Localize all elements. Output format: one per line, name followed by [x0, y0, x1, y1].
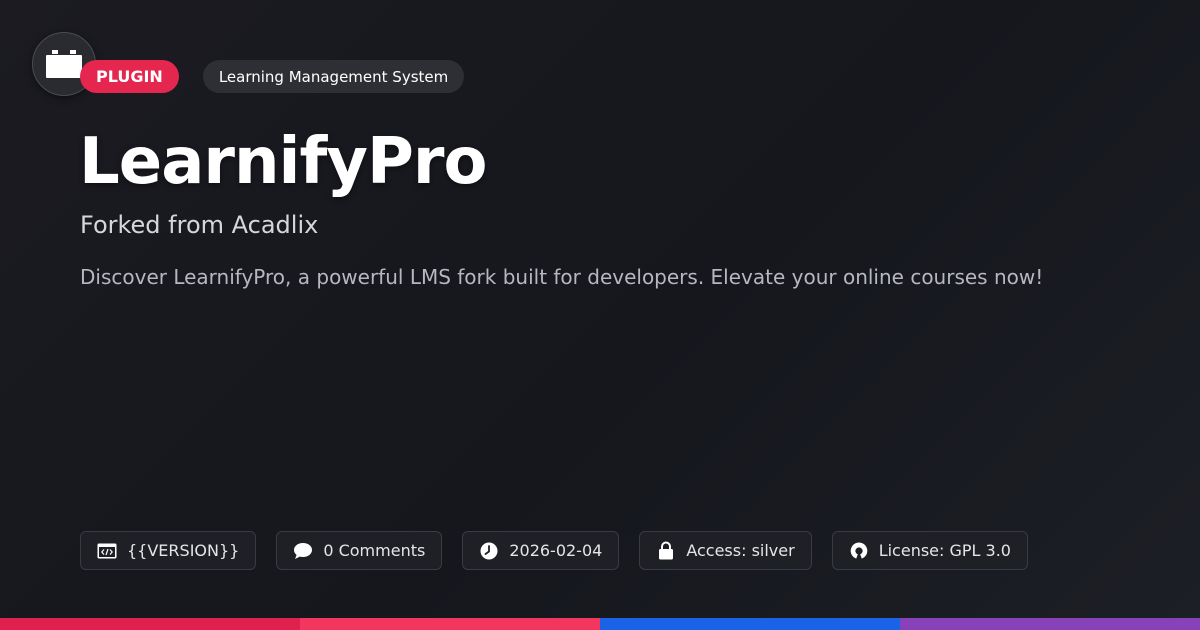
plugin-badge: PLUGIN [80, 60, 179, 93]
comments-label: 0 Comments [323, 541, 426, 560]
bar-segment-4 [900, 618, 1200, 630]
date-label: 2026-02-04 [509, 541, 603, 560]
access-label: Access: silver [686, 541, 795, 560]
bar-segment-2 [300, 618, 600, 630]
license-chip: License: GPL 3.0 [831, 531, 1028, 570]
page-subtitle: Forked from Acadlix [80, 211, 319, 239]
clock-icon [479, 541, 499, 561]
access-chip: Access: silver [639, 531, 812, 570]
bar-segment-1 [0, 618, 300, 630]
tag-row: PLUGIN Learning Management System [80, 60, 465, 93]
date-chip: 2026-02-04 [462, 531, 620, 570]
code-window-icon [97, 541, 117, 561]
category-badge: Learning Management System [202, 60, 465, 93]
open-source-icon [849, 541, 869, 561]
plugin-block-icon [46, 50, 82, 78]
version-chip: {{VERSION}} [80, 531, 257, 570]
page-description: Discover LearnifyPro, a powerful LMS for… [80, 265, 1044, 289]
bottom-color-bar [0, 618, 1200, 630]
version-label: {{VERSION}} [127, 541, 240, 560]
speech-bubble-icon [293, 541, 313, 561]
page-title: LearnifyPro [79, 125, 487, 199]
lock-icon [656, 541, 676, 561]
bar-segment-3 [600, 618, 900, 630]
meta-row: {{VERSION}} 0 Comments 2026-02-04 Access… [80, 531, 1048, 570]
license-label: License: GPL 3.0 [878, 541, 1011, 560]
comments-chip: 0 Comments [276, 531, 443, 570]
